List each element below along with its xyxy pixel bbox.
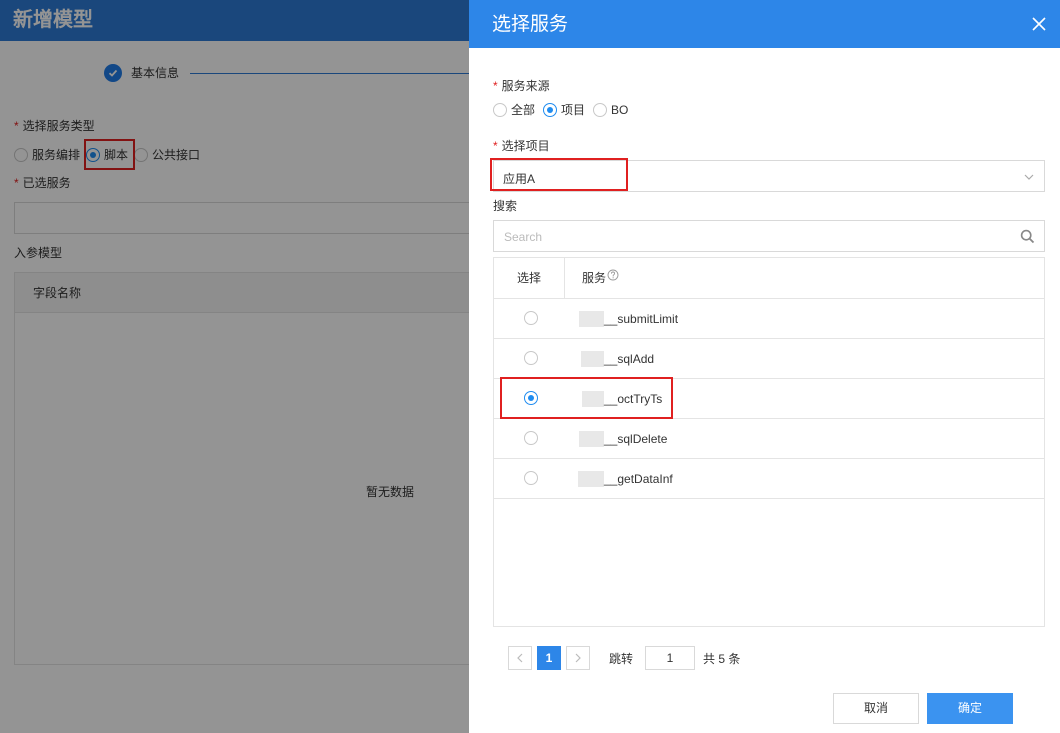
search-placeholder: Search xyxy=(504,230,543,244)
list-item[interactable]: __sqlAdd xyxy=(494,339,1044,379)
close-icon[interactable] xyxy=(1032,17,1046,31)
page-1-button[interactable]: 1 xyxy=(537,646,561,670)
source-option-bo[interactable]: BO xyxy=(593,102,628,117)
service-name: __sqlDelete xyxy=(604,432,668,446)
source-option-project[interactable]: 项目 xyxy=(543,101,585,118)
list-item[interactable]: __sqlDelete xyxy=(494,419,1044,459)
column-service: 服务 xyxy=(582,258,619,298)
drawer-title: 选择服务 xyxy=(492,14,569,35)
jump-input[interactable]: 1 xyxy=(645,646,696,670)
chevron-right-icon xyxy=(575,653,581,663)
select-service-drawer: 选择服务 * 服务来源 全部 项目 BO * 选择项目 应用A 搜索 Searc… xyxy=(469,0,1060,733)
list-item[interactable]: __submitLimit xyxy=(494,299,1044,339)
blurred-prefix xyxy=(579,311,604,327)
project-label: * 选择项目 xyxy=(493,139,550,153)
total-count: 共 5 条 xyxy=(703,651,741,666)
search-label: 搜索 xyxy=(493,199,518,213)
service-name: __sqlAdd xyxy=(604,352,655,366)
help-icon[interactable] xyxy=(607,269,619,281)
highlight-box xyxy=(490,158,628,191)
blurred-prefix xyxy=(579,431,604,447)
radio-icon[interactable] xyxy=(524,471,538,485)
source-option-all[interactable]: 全部 xyxy=(493,101,535,118)
radio-icon[interactable] xyxy=(524,311,538,325)
service-name: __getDataInf xyxy=(604,472,673,486)
radio-checked-icon[interactable] xyxy=(543,102,558,117)
list-header: 选择 服务 xyxy=(494,258,1044,299)
pagination: 1 跳转 1 共 5 条 xyxy=(508,646,740,670)
ok-button[interactable]: 确定 xyxy=(927,693,1013,724)
jump-label: 跳转 xyxy=(609,651,634,666)
source-radio-group: 全部 项目 BO xyxy=(493,101,634,118)
blurred-prefix xyxy=(578,471,604,487)
radio-icon[interactable] xyxy=(524,431,538,445)
search-icon[interactable] xyxy=(1020,229,1035,244)
next-page-button[interactable] xyxy=(566,646,590,670)
service-list: 选择 服务 __submitLimit __sqlAdd __octTryTs … xyxy=(493,257,1045,627)
prev-page-button[interactable] xyxy=(508,646,532,670)
highlight-box xyxy=(500,377,673,419)
blurred-prefix xyxy=(581,351,604,367)
chevron-left-icon xyxy=(517,653,523,663)
service-name: __submitLimit xyxy=(604,312,679,326)
list-item[interactable]: __getDataInf xyxy=(494,459,1044,499)
search-input[interactable]: Search xyxy=(493,220,1045,252)
radio-icon[interactable] xyxy=(493,102,507,117)
radio-icon[interactable] xyxy=(593,102,608,117)
chevron-down-icon xyxy=(1024,174,1034,180)
cancel-button[interactable]: 取消 xyxy=(833,693,919,724)
drawer-header: 选择服务 xyxy=(469,0,1060,48)
column-select: 选择 xyxy=(494,258,565,298)
radio-icon[interactable] xyxy=(524,351,538,365)
source-label: * 服务来源 xyxy=(493,79,550,93)
